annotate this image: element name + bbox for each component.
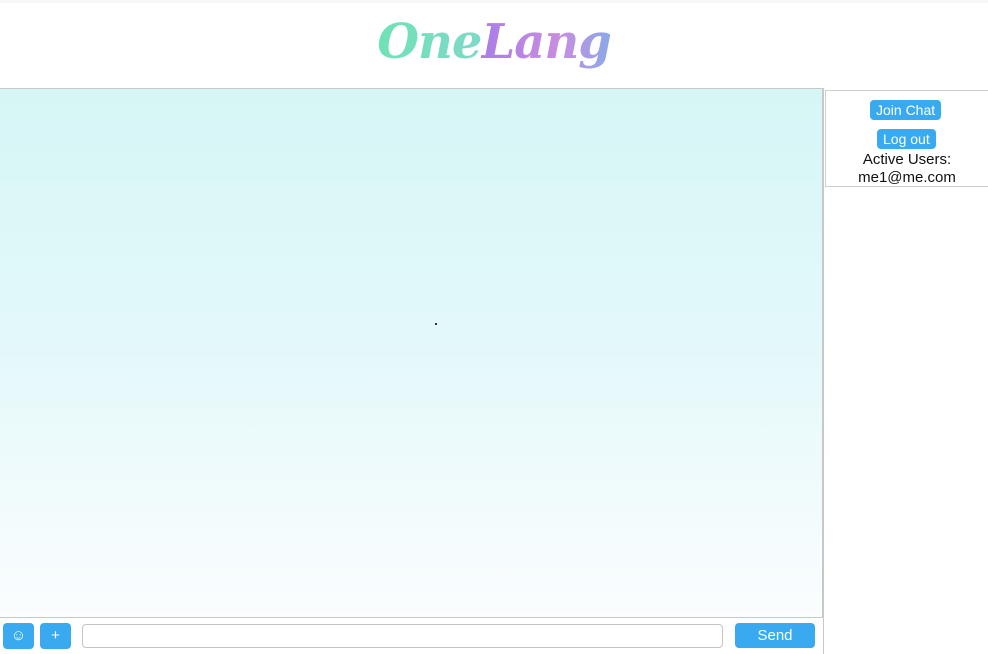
sidebar-panel: Join Chat Log out Active Users: me1@me.c… [825,90,988,187]
message-input[interactable] [82,624,723,648]
active-users-label: Active Users: [862,151,952,168]
attach-button[interactable]: + [40,623,71,649]
message-composer: ☺ + Send [0,618,823,654]
active-users-section: Active Users: me1@me.com [826,151,988,187]
logo-text-lang: Lang [481,14,611,70]
active-user-item: me1@me.com [858,169,956,186]
smiley-icon: ☺ [10,627,27,644]
emoji-button[interactable]: ☺ [3,623,34,649]
send-button[interactable]: Send [735,623,815,648]
app-header: OneLang [0,0,988,88]
join-chat-button[interactable]: Join Chat [870,100,942,120]
chat-placeholder-dot [435,323,437,325]
plus-icon: + [51,627,60,644]
onelang-logo: OneLang [0,11,988,73]
logout-button[interactable]: Log out [877,129,936,149]
chat-messages-area[interactable] [0,88,823,618]
logo-text-one: One [377,14,482,70]
sidebar: Join Chat Log out Active Users: me1@me.c… [823,88,988,654]
